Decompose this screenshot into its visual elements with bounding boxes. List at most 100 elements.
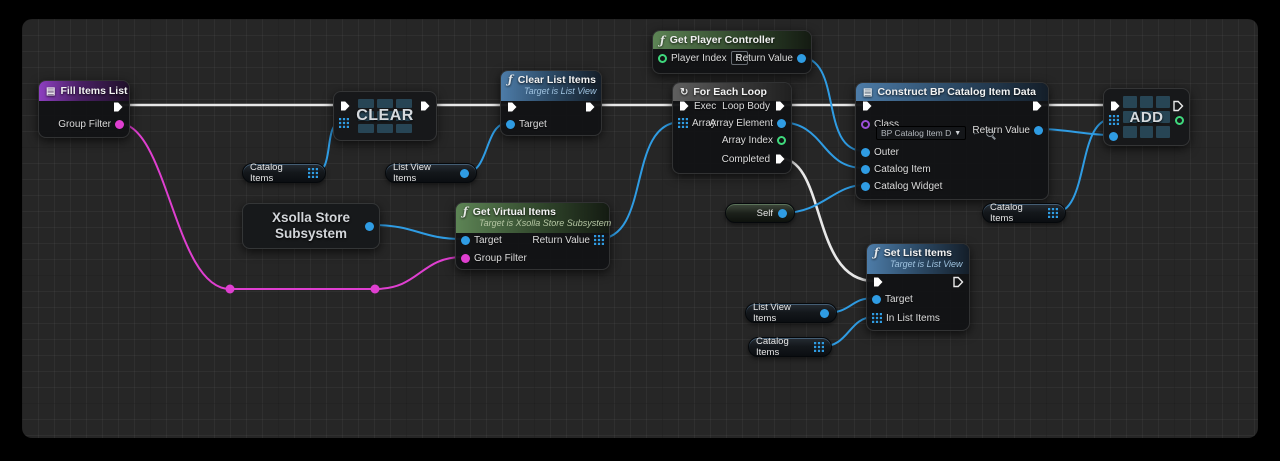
pin-label: Player Index: [671, 53, 727, 64]
reroute-node[interactable]: [226, 285, 235, 294]
variable-list-view-items[interactable]: List View Items: [745, 303, 837, 323]
subsystem-out-pin[interactable]: [365, 218, 374, 234]
node-header: ƒ Get Virtual Items Target is Xsolla Sto…: [456, 203, 609, 233]
group-filter-pin[interactable]: Group Filter: [58, 116, 124, 132]
blueprint-graph-canvas[interactable]: ▤ Fill Items List Group Filter CLEAR ƒ C…: [22, 19, 1258, 438]
catalog-item-pin[interactable]: Catalog Item: [861, 161, 931, 177]
object-pin-icon: [506, 120, 515, 129]
variable-catalog-items[interactable]: Catalog Items: [748, 337, 832, 357]
target-array-pin[interactable]: [1109, 112, 1119, 128]
exec-out-pin[interactable]: [952, 274, 964, 290]
node-xsolla-store-subsystem[interactable]: Xsolla Store Subsystem: [242, 203, 380, 249]
catalog-widget-pin[interactable]: Catalog Widget: [861, 178, 942, 194]
node-clear-list-items[interactable]: ƒ Clear List Items Target is List View T…: [500, 70, 602, 136]
pin-label: Array Index: [722, 135, 773, 146]
pin-label: Return Value: [532, 235, 590, 246]
exec-in-pin[interactable]: [506, 99, 518, 115]
string-pin-icon: [461, 254, 470, 263]
completed-pin[interactable]: Completed: [722, 151, 786, 167]
return-value-pin[interactable]: Return Value: [972, 122, 1043, 138]
wire-data[interactable]: [1038, 129, 1112, 135]
node-subtitle: Target is List View: [524, 86, 594, 97]
variable-label: Catalog Items: [250, 162, 303, 184]
object-pin-icon: [1109, 132, 1118, 141]
node-array-add[interactable]: ADD: [1103, 88, 1190, 146]
node-array-clear[interactable]: CLEAR: [333, 91, 437, 141]
node-header: ▤ Construct BP Catalog Item Data: [856, 83, 1048, 101]
node-subtitle: Target is List View: [890, 259, 962, 270]
node-for-each-loop[interactable]: ↻ For Each Loop Exec Array Loop Body Arr…: [672, 82, 792, 174]
return-value-pin[interactable]: Return Value: [532, 232, 604, 248]
exec-out-pin[interactable]: [584, 99, 596, 115]
target-pin[interactable]: Target: [461, 232, 502, 248]
node-title: Get Virtual Items: [473, 206, 556, 218]
node-title: Construct BP Catalog Item Data: [877, 86, 1036, 98]
object-pin-icon: [365, 222, 374, 231]
array-element-pin[interactable]: Array Element: [710, 115, 786, 131]
screenshot-root: ▤ Fill Items List Group Filter CLEAR ƒ C…: [0, 0, 1280, 461]
reroute-node[interactable]: [371, 285, 380, 294]
string-pin-icon: [115, 120, 124, 129]
exec-in-pin[interactable]: [861, 98, 873, 114]
array-pin-icon[interactable]: [1048, 208, 1058, 218]
chevron-down-icon: ▼: [954, 130, 961, 137]
exec-out-pin[interactable]: [1031, 98, 1043, 114]
return-value-pin[interactable]: Return Value: [735, 50, 806, 66]
array-pin-icon[interactable]: [308, 168, 318, 178]
variable-list-view-items[interactable]: List View Items: [385, 163, 477, 183]
class-dropdown[interactable]: BP Catalog Item D ▼: [876, 126, 966, 140]
group-filter-pin[interactable]: Group Filter: [461, 250, 527, 266]
variable-catalog-items[interactable]: Catalog Items: [242, 163, 326, 183]
object-pin-icon: [872, 295, 881, 304]
array-pin-icon[interactable]: [814, 342, 824, 352]
exec-in-pin[interactable]: Exec: [678, 98, 716, 114]
wire-data[interactable]: [372, 225, 463, 239]
variable-self[interactable]: Self: [725, 203, 795, 223]
pin-label: Completed: [722, 154, 770, 165]
int-pin-icon: [777, 136, 786, 145]
pin-label: Target: [519, 119, 547, 130]
outer-pin[interactable]: Outer: [861, 144, 899, 160]
node-fill-items-list[interactable]: ▤ Fill Items List Group Filter: [38, 80, 130, 138]
node-construct-bp-catalog-item-data[interactable]: ▤ Construct BP Catalog Item Data Class B…: [855, 82, 1049, 200]
variable-label: Self: [757, 208, 773, 219]
node-get-player-controller[interactable]: ƒ Get Player Controller Player Index 0 R…: [652, 30, 812, 74]
new-item-pin[interactable]: [1109, 128, 1118, 144]
pin-label: Target: [474, 235, 502, 246]
object-pin-icon[interactable]: [778, 209, 787, 218]
loop-body-pin[interactable]: Loop Body: [722, 98, 786, 114]
pin-label: Catalog Item: [874, 164, 931, 175]
index-out-pin[interactable]: [1175, 112, 1184, 128]
pin-label: In List Items: [886, 313, 940, 324]
pin-label: Loop Body: [722, 101, 770, 112]
event-icon: ▤: [46, 86, 55, 97]
in-list-items-pin[interactable]: In List Items: [872, 310, 940, 326]
pin-label: Exec: [694, 101, 716, 112]
target-pin[interactable]: Target: [506, 116, 547, 132]
exec-in-pin[interactable]: [339, 98, 351, 114]
object-pin-icon[interactable]: [460, 169, 469, 178]
object-pin-icon[interactable]: [820, 309, 829, 318]
node-title: Set List Items: [884, 247, 952, 259]
wire-data[interactable]: [783, 185, 864, 213]
wire-layer: [22, 19, 1258, 438]
variable-catalog-items[interactable]: Catalog Items: [982, 203, 1066, 223]
target-array-pin[interactable]: [339, 115, 349, 131]
exec-in-pin[interactable]: [872, 274, 884, 290]
class-pin-icon: [861, 120, 870, 129]
pin-label: Array Element: [710, 118, 773, 129]
node-title: Fill Items List: [60, 85, 127, 97]
object-pin-icon: [1034, 126, 1043, 135]
exec-out-pin[interactable]: [112, 99, 124, 115]
pin-label: Return Value: [972, 125, 1030, 136]
function-icon: ƒ: [874, 246, 879, 259]
target-pin[interactable]: Target: [872, 291, 913, 307]
node-get-virtual-items[interactable]: ƒ Get Virtual Items Target is Xsolla Sto…: [455, 202, 610, 270]
int-pin-icon: [658, 54, 667, 63]
node-set-list-items[interactable]: ƒ Set List Items Target is List View Tar…: [866, 243, 970, 331]
exec-out-pin[interactable]: [419, 98, 431, 114]
object-pin-icon: [797, 54, 806, 63]
array-index-pin[interactable]: Array Index: [722, 132, 786, 148]
node-title-line1: Xsolla Store: [272, 210, 350, 226]
node-title: For Each Loop: [693, 86, 767, 98]
